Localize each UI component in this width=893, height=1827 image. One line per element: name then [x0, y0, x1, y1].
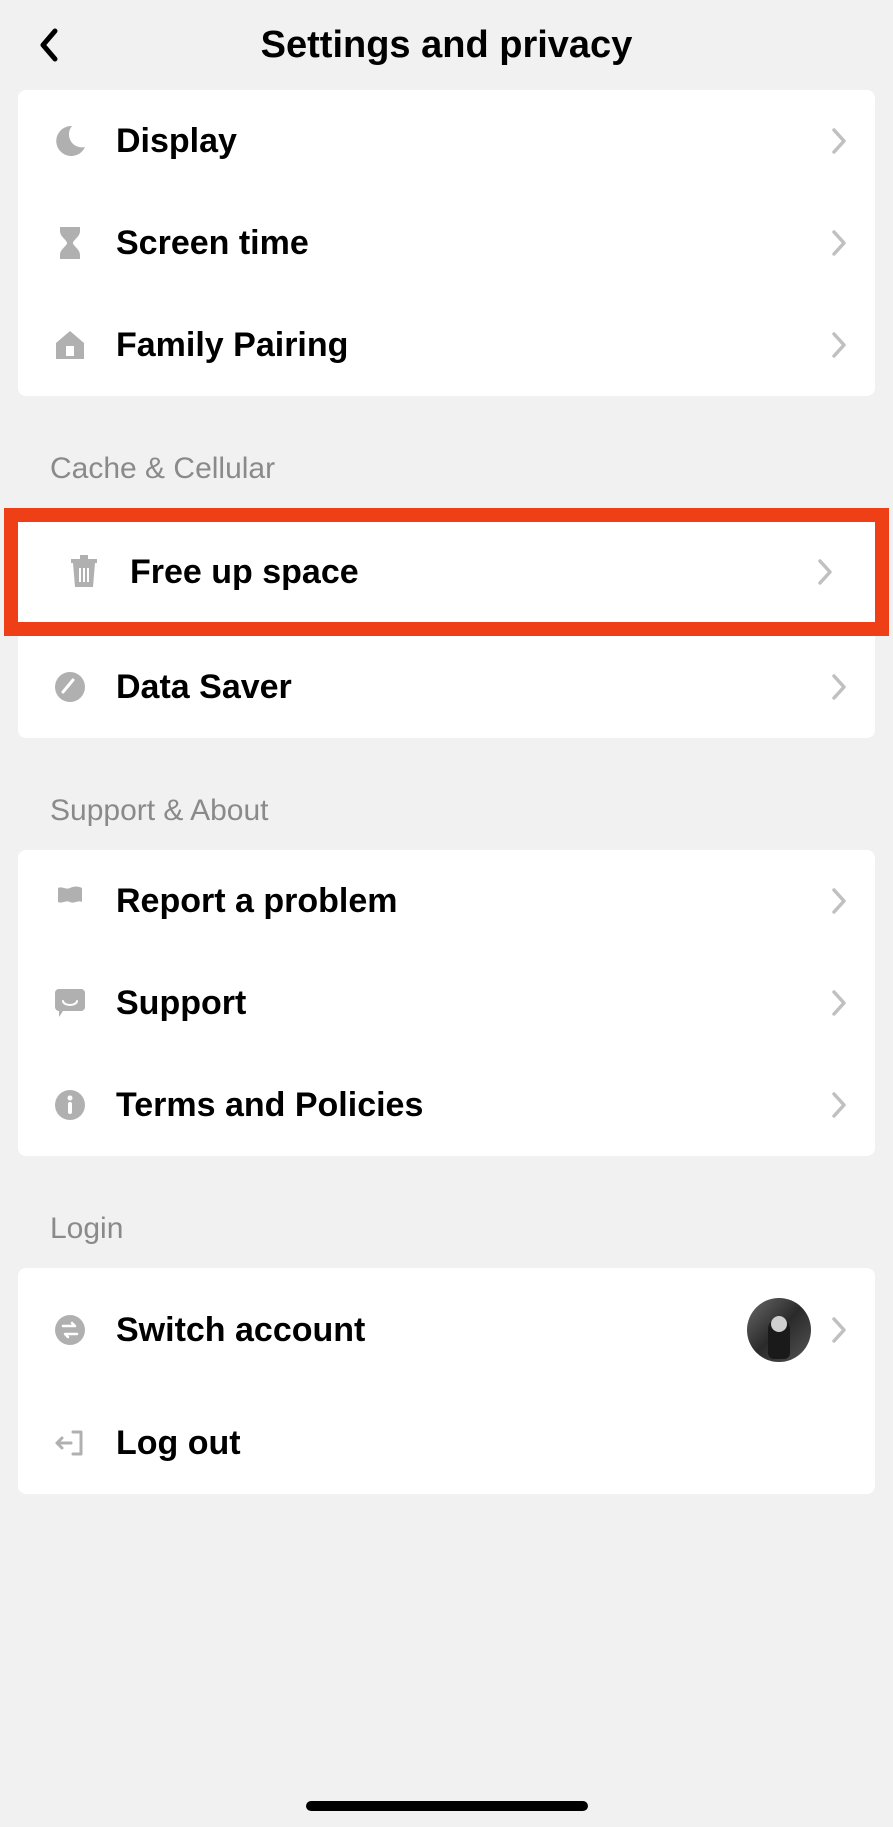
hourglass-icon: [50, 223, 90, 263]
row-log-out[interactable]: Log out: [18, 1392, 875, 1494]
row-free-up-space[interactable]: Free up space: [4, 508, 889, 636]
flag-icon: [50, 881, 90, 921]
section-header-login: Login: [50, 1212, 893, 1246]
chevron-right-icon: [831, 673, 847, 701]
row-label: Log out: [116, 1424, 847, 1463]
home-icon: [50, 325, 90, 365]
row-screen-time[interactable]: Screen time: [18, 192, 875, 294]
settings-group-cache: Free up space Data Saver: [18, 508, 875, 738]
chevron-right-icon: [831, 989, 847, 1017]
gauge-icon: [50, 667, 90, 707]
chevron-right-icon: [831, 1091, 847, 1119]
chevron-right-icon: [831, 1316, 847, 1344]
section-header-support: Support & About: [50, 794, 893, 828]
info-icon: [50, 1085, 90, 1125]
row-label: Support: [116, 984, 831, 1023]
row-label: Screen time: [116, 224, 831, 263]
chevron-right-icon: [831, 331, 847, 359]
home-indicator[interactable]: [306, 1801, 588, 1811]
settings-group-support: Report a problem Support Terms and Polic…: [18, 850, 875, 1156]
row-label: Report a problem: [116, 882, 831, 921]
row-switch-account[interactable]: Switch account: [18, 1268, 875, 1392]
row-data-saver[interactable]: Data Saver: [18, 636, 875, 738]
logout-icon: [50, 1423, 90, 1463]
chevron-right-icon: [831, 229, 847, 257]
row-support[interactable]: Support: [18, 952, 875, 1054]
settings-group-display: Display Screen time Family Pairing: [18, 90, 875, 396]
row-label: Switch account: [116, 1311, 747, 1350]
page-title: Settings and privacy: [261, 24, 633, 67]
chat-icon: [50, 983, 90, 1023]
switch-icon: [50, 1310, 90, 1350]
row-label: Display: [116, 122, 831, 161]
row-label: Free up space: [130, 553, 817, 592]
avatar: [747, 1298, 811, 1362]
section-header-cache: Cache & Cellular: [50, 452, 893, 486]
chevron-left-icon: [37, 27, 59, 63]
row-display[interactable]: Display: [18, 90, 875, 192]
row-label: Family Pairing: [116, 326, 831, 365]
moon-icon: [50, 121, 90, 161]
row-terms-policies[interactable]: Terms and Policies: [18, 1054, 875, 1156]
row-label: Terms and Policies: [116, 1086, 831, 1125]
settings-group-login: Switch account Log out: [18, 1268, 875, 1494]
chevron-right-icon: [831, 887, 847, 915]
back-button[interactable]: [28, 25, 68, 65]
row-label: Data Saver: [116, 668, 831, 707]
row-family-pairing[interactable]: Family Pairing: [18, 294, 875, 396]
chevron-right-icon: [831, 127, 847, 155]
row-report-problem[interactable]: Report a problem: [18, 850, 875, 952]
header: Settings and privacy: [0, 0, 893, 90]
chevron-right-icon: [817, 558, 833, 586]
trash-icon: [64, 552, 104, 592]
